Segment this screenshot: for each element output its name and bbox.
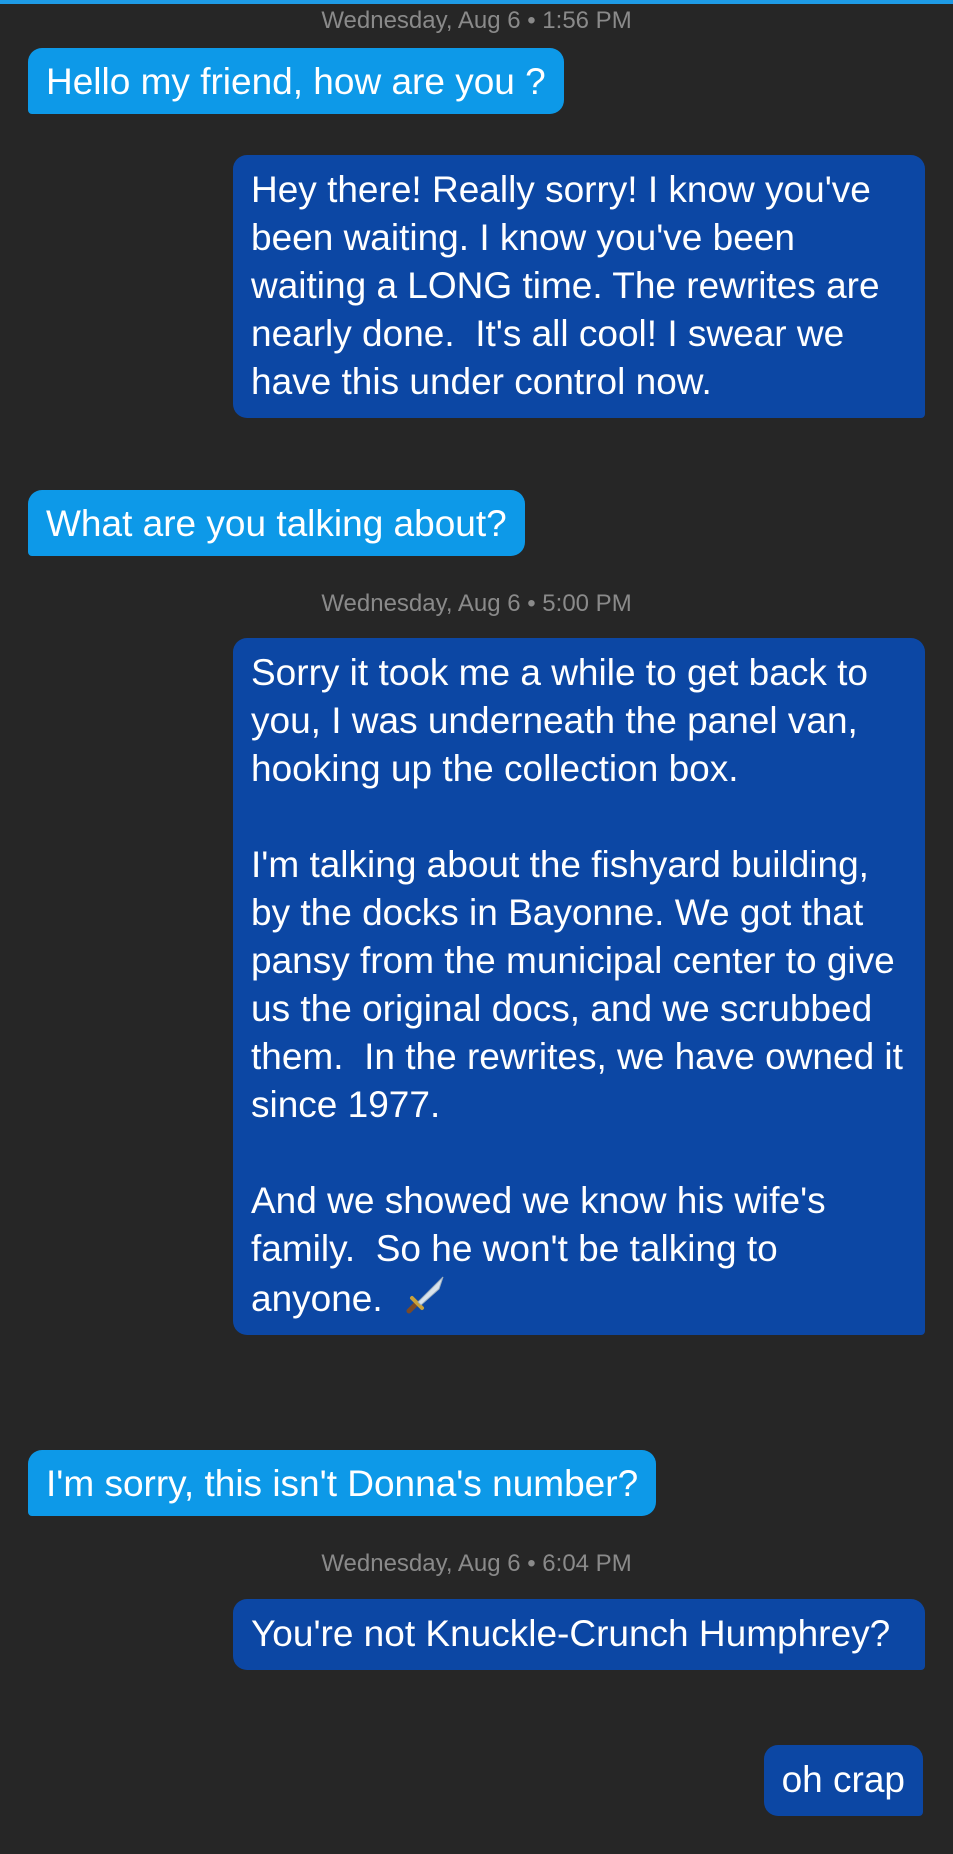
incoming-message[interactable]: What are you talking about?: [28, 490, 525, 556]
outgoing-message[interactable]: Hey there! Really sorry! I know you've b…: [233, 155, 925, 418]
incoming-message[interactable]: I'm sorry, this isn't Donna's number?: [28, 1450, 657, 1516]
dagger-icon: [403, 1273, 447, 1317]
timestamp-divider: Wednesday, Aug 6 • 6:04 PM: [321, 1550, 632, 1577]
outgoing-message[interactable]: You're not Knuckle-Crunch Humphrey?: [233, 1599, 925, 1670]
message-text: Sorry it took me a while to get back to …: [251, 652, 903, 1319]
incoming-message[interactable]: Hello my friend, how are you ?: [28, 48, 564, 114]
timestamp-divider: Wednesday, Aug 6 • 5:00 PM: [321, 590, 632, 617]
timestamp-divider: Wednesday, Aug 6 • 1:56 PM: [321, 7, 632, 34]
message-thread[interactable]: Wednesday, Aug 6 • 1:56 PM Hello my frie…: [0, 0, 953, 1854]
outgoing-message[interactable]: Sorry it took me a while to get back to …: [233, 638, 925, 1335]
outgoing-message[interactable]: oh crap: [763, 1745, 923, 1816]
